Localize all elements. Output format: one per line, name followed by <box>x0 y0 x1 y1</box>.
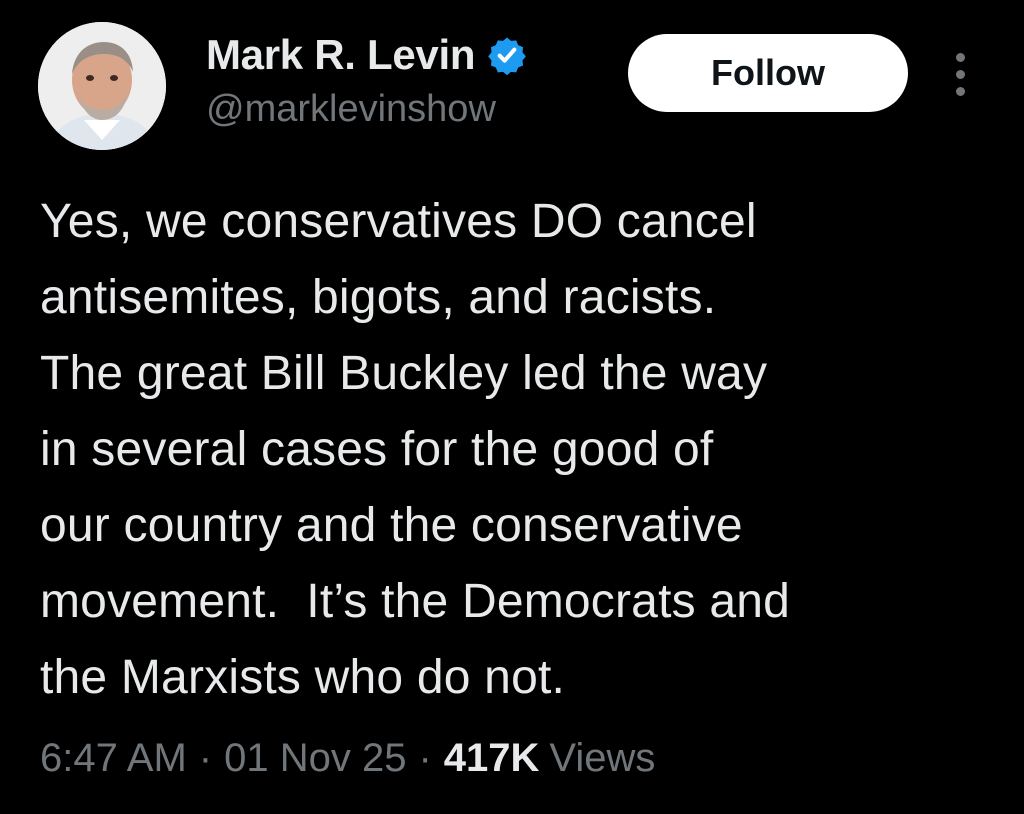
dot <box>955 52 965 62</box>
more-vertical-icon[interactable] <box>942 50 978 98</box>
tweet-line: our country and the conservative <box>40 499 743 552</box>
tweet-line: movement. It’s the Democrats and <box>40 575 791 628</box>
author-handle[interactable]: @marklevinshow <box>206 88 496 131</box>
views-label: Views <box>549 735 656 780</box>
follow-button[interactable]: Follow <box>628 34 908 112</box>
profile-photo <box>38 22 166 150</box>
tweet-text: Yes, we conservatives DO cancel antisemi… <box>40 184 1000 716</box>
author-name[interactable]: Mark R. Levin <box>206 30 527 80</box>
tweet-time[interactable]: 6:47 AM <box>40 736 187 781</box>
tweet-line: The great Bill Buckley led the way <box>40 347 768 400</box>
tweet-line: in several cases for the good of <box>40 423 714 476</box>
tweet-metadata: 6:47 AM · 01 Nov 25 · 417K Views <box>40 728 655 788</box>
dot <box>955 69 965 79</box>
display-name[interactable]: Mark R. Levin <box>206 31 475 79</box>
avatar[interactable] <box>38 22 166 150</box>
tweet-line: antisemites, bigots, and racists. <box>40 271 717 324</box>
tweet-line: the Marxists who do not. <box>40 651 566 704</box>
separator: · <box>198 735 213 780</box>
dot <box>955 86 965 96</box>
separator: · <box>418 735 432 780</box>
tweet-date[interactable]: 01 Nov 25 <box>224 736 406 781</box>
tweet-line: Yes, we conservatives DO cancel <box>40 195 757 248</box>
verified-badge-icon <box>487 35 527 76</box>
views-count[interactable]: 417K <box>444 736 540 781</box>
